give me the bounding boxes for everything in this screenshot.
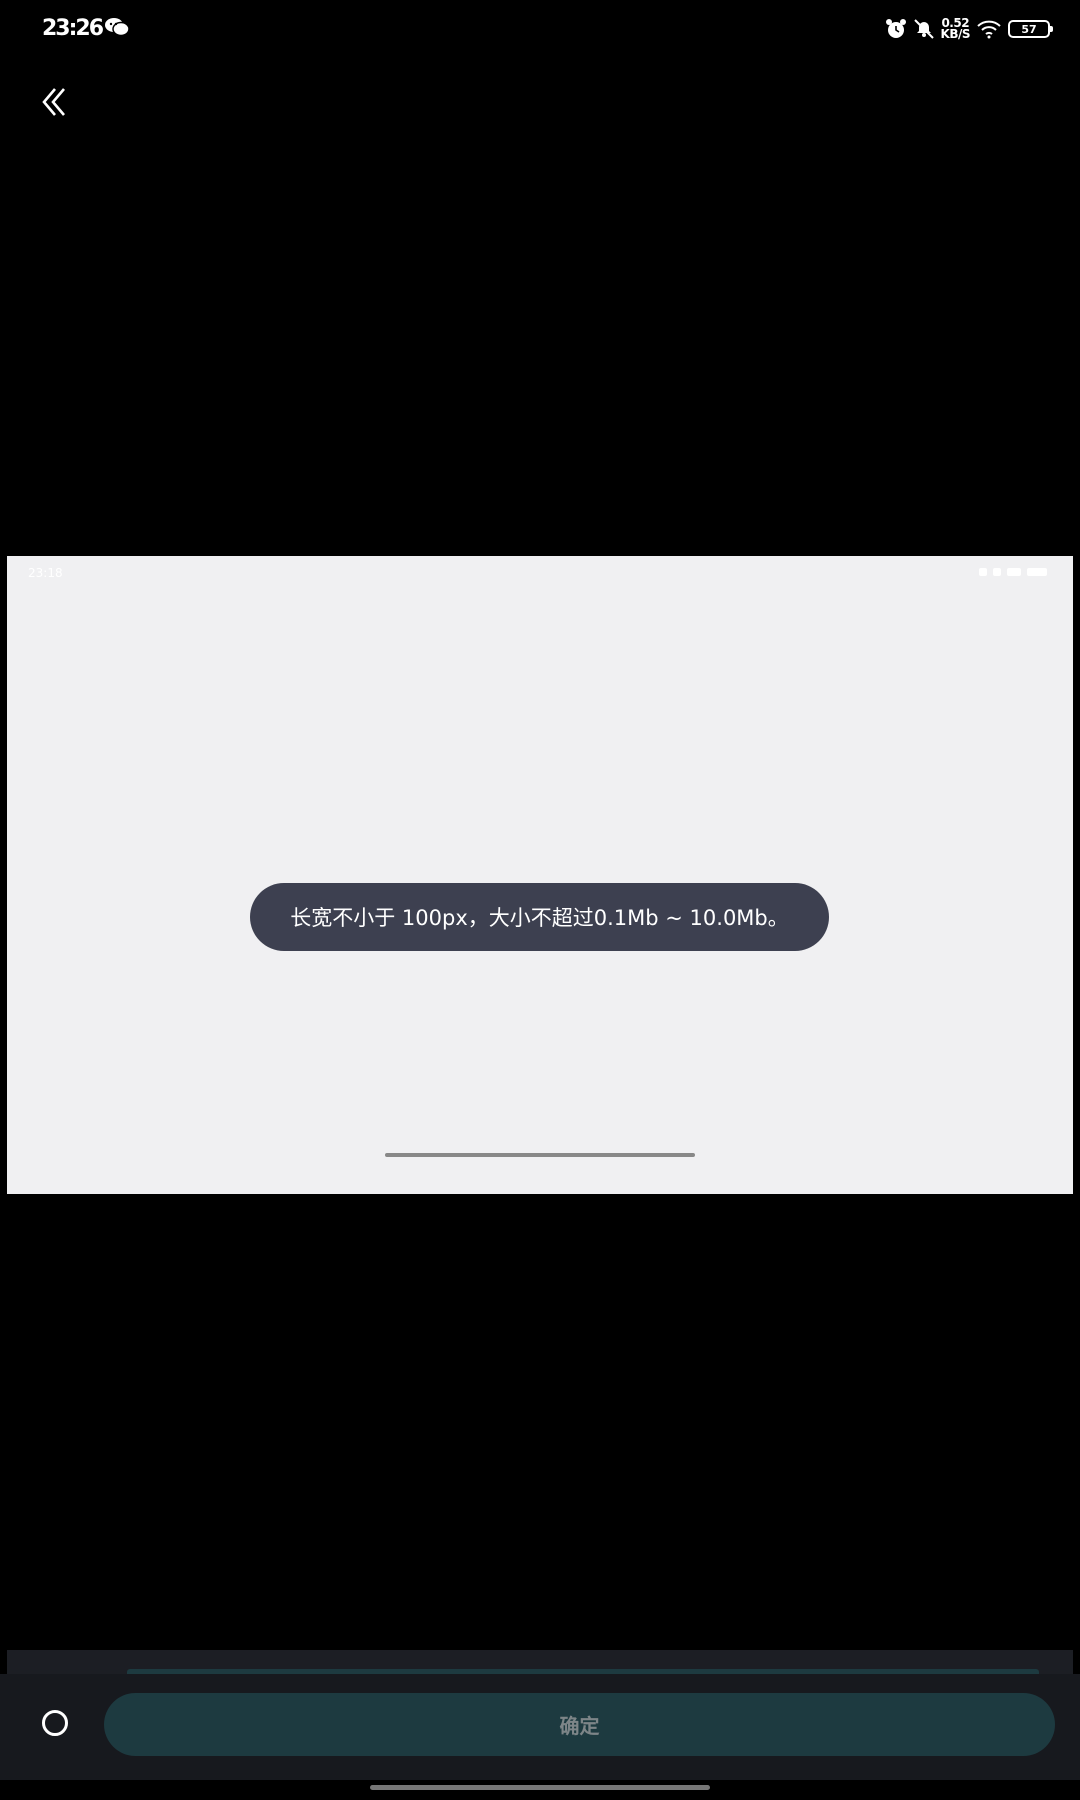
image-preview-screen: 23:26 0.52 KB/S 57 23:18 长宽不小于 100px，大小不… (0, 0, 1080, 1800)
select-radio[interactable] (42, 1710, 68, 1736)
home-indicator[interactable] (370, 1785, 710, 1790)
alarm-icon (885, 18, 907, 40)
bottom-sheet-edge (7, 1650, 1073, 1674)
wechat-icon (104, 17, 130, 37)
double-chevron-left-icon (42, 88, 65, 116)
status-icons: 0.52 KB/S 57 (885, 14, 1053, 44)
battery-level: 57 (1021, 22, 1037, 36)
toast-message: 长宽不小于 100px，大小不超过0.1Mb ~ 10.0Mb。 (250, 883, 829, 951)
inner-status-dot (1007, 568, 1021, 576)
net-speed: 0.52 KB/S (940, 17, 971, 41)
inner-status-icons (979, 568, 1047, 576)
wifi-icon (976, 19, 1002, 39)
status-bar: 23:26 0.52 KB/S 57 (0, 0, 1080, 60)
inner-status-dot (979, 568, 987, 576)
toast-text: 长宽不小于 100px，大小不超过0.1Mb ~ 10.0Mb。 (290, 906, 789, 930)
net-speed-unit: KB/S (940, 27, 971, 41)
inner-status-dot (993, 568, 1001, 576)
back-button[interactable] (34, 82, 74, 122)
confirm-button[interactable]: 确定 (104, 1693, 1055, 1756)
inner-battery-icon (1027, 568, 1047, 576)
status-time: 23:26 (42, 16, 104, 41)
battery-icon: 57 (1008, 20, 1053, 38)
inner-status-time: 23:18 (28, 566, 63, 580)
inner-home-indicator (385, 1153, 695, 1157)
preview-image[interactable]: 23:18 长宽不小于 100px，大小不超过0.1Mb ~ 10.0Mb。 (7, 556, 1073, 1194)
mute-icon (913, 18, 935, 40)
